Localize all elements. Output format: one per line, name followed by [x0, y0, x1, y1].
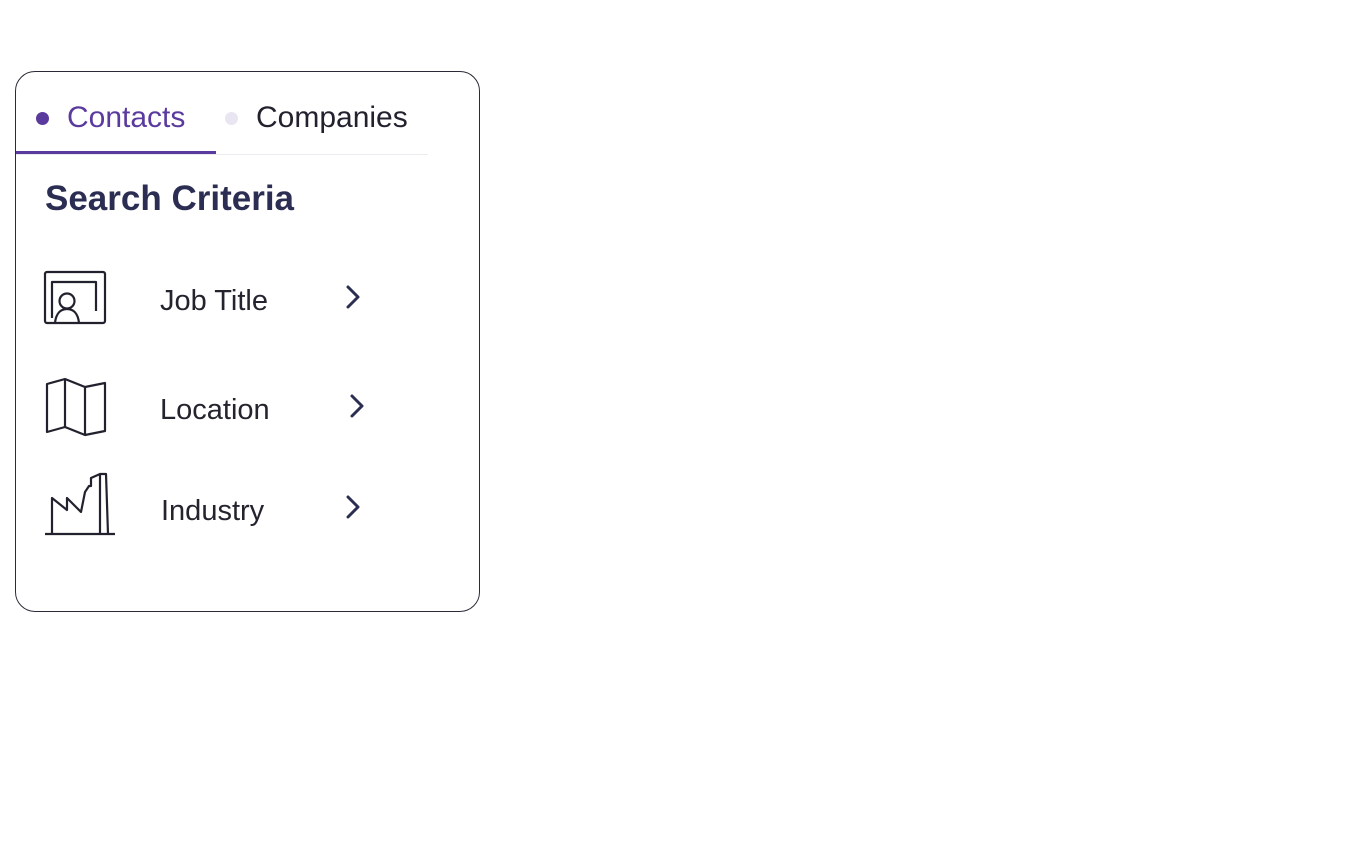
map-icon: [43, 375, 109, 441]
tab-companies[interactable]: Companies: [225, 101, 408, 134]
criteria-label-industry: Industry: [161, 495, 265, 527]
chevron-right-icon: [343, 282, 363, 312]
tab-contacts-label: Contacts: [67, 101, 186, 134]
criteria-row-job-title[interactable]: Job Title: [16, 262, 436, 342]
tab-bar: Contacts Companies: [16, 72, 428, 155]
panel-title: Search Criteria: [45, 179, 295, 218]
criteria-row-location[interactable]: Location: [16, 371, 436, 451]
tab-active-dot: [36, 111, 49, 125]
chevron-right-icon: [343, 492, 363, 522]
tab-contacts[interactable]: Contacts: [36, 101, 186, 134]
tab-active-underline: [16, 151, 216, 154]
chevron-right-icon: [347, 391, 367, 421]
criteria-label-job-title: Job Title: [160, 285, 268, 317]
criteria-row-industry[interactable]: Industry: [16, 472, 436, 552]
tab-companies-label: Companies: [256, 101, 408, 134]
criteria-label-location: Location: [160, 394, 270, 426]
tab-inactive-dot: [225, 111, 238, 125]
search-criteria-panel: Contacts Companies Search Criteria Job T…: [15, 71, 480, 612]
id-badge-icon: [43, 266, 109, 332]
factory-icon: [43, 472, 117, 540]
